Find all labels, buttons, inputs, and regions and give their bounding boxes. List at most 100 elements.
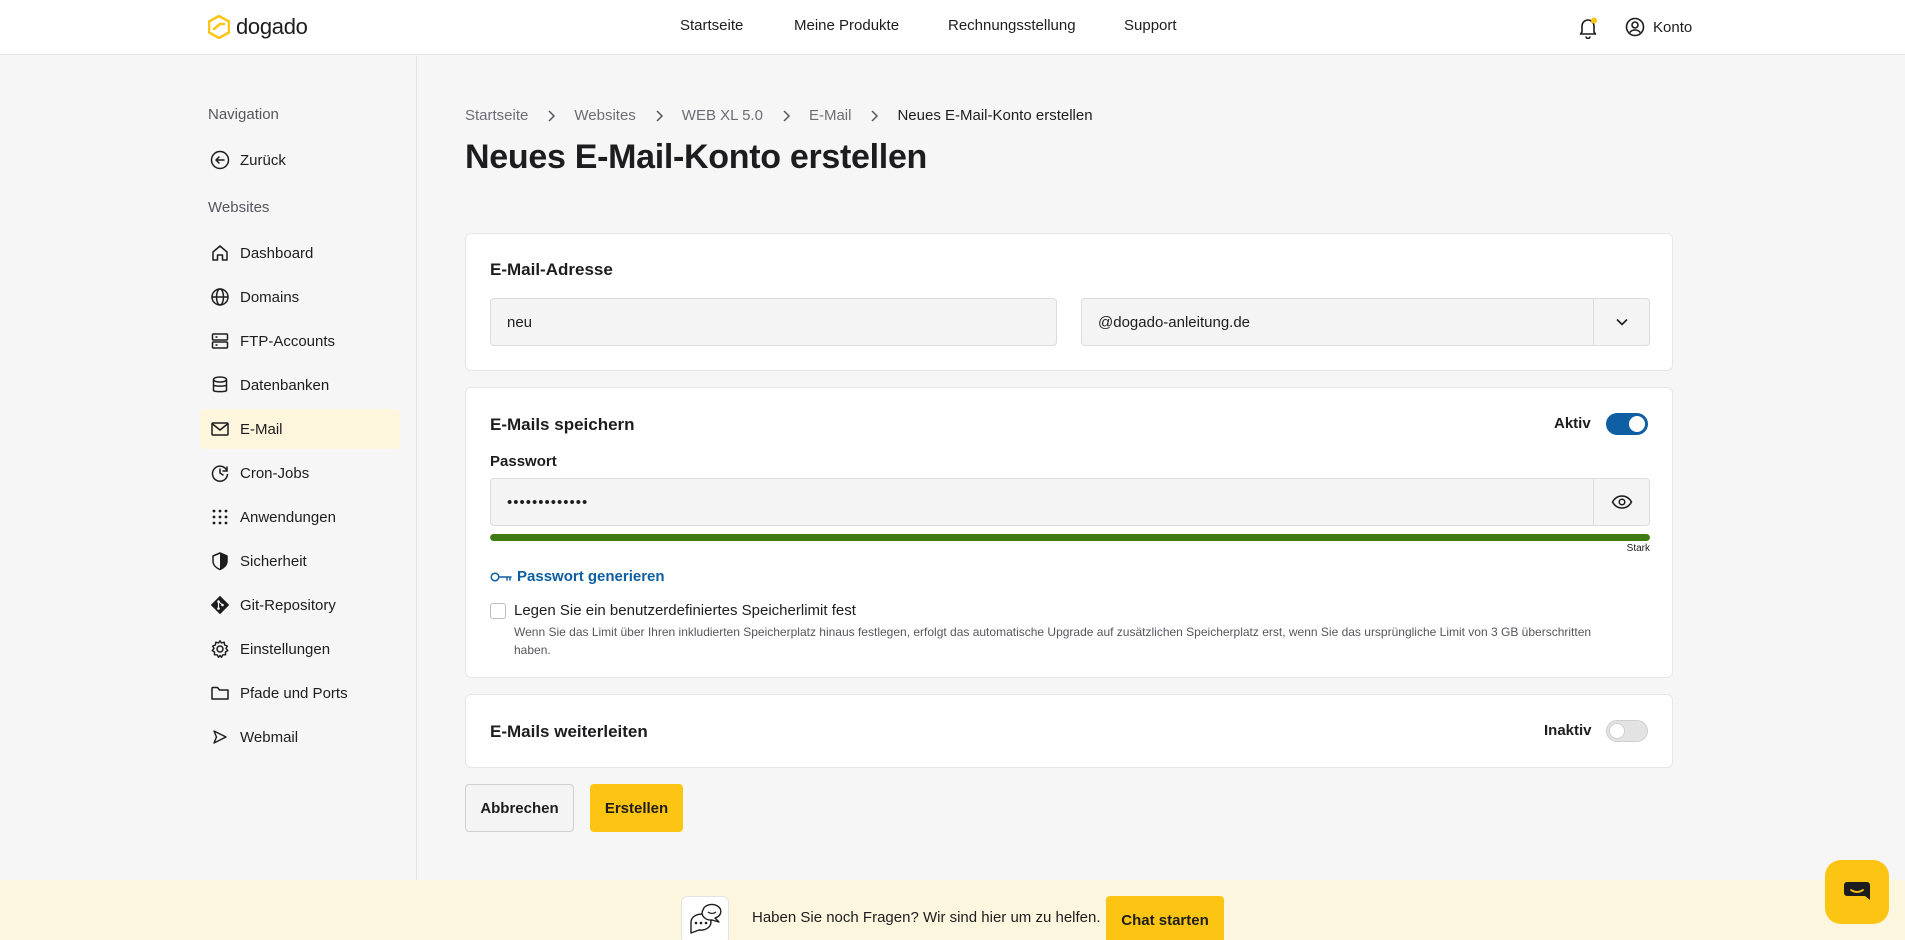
chevron-right-icon xyxy=(656,109,663,122)
logo-icon xyxy=(208,15,230,39)
notification-bell-icon[interactable] xyxy=(1578,17,1598,39)
chevron-right-icon xyxy=(548,109,556,122)
password-strength-fill xyxy=(490,534,1650,541)
sidebar-item-label: Datenbanken xyxy=(240,376,330,394)
sidebar-item-einstellungen[interactable]: Einstellungen xyxy=(200,629,400,669)
email-domain-select[interactable]: @dogado-anleitung.de xyxy=(1081,298,1650,346)
database-icon xyxy=(212,376,228,393)
email-local-part-input[interactable]: neu xyxy=(490,298,1057,346)
grid-icon xyxy=(212,509,228,525)
forward-emails-card: E-Mails weiterleiten Inaktiv xyxy=(465,694,1673,768)
forward-toggle-label: Inaktiv xyxy=(1544,722,1592,739)
sidebar-item-domains[interactable]: Domains xyxy=(200,277,400,317)
clock-icon xyxy=(211,465,229,482)
sidebar-item-label: FTP-Accounts xyxy=(240,332,336,350)
git-icon xyxy=(210,595,230,615)
account-label: Konto xyxy=(1653,18,1693,36)
arrow-left-circle-icon xyxy=(210,150,230,170)
sidebar-item-dashboard[interactable]: Dashboard xyxy=(200,233,400,273)
sidebar-item-cron-jobs[interactable]: Cron-Jobs xyxy=(200,453,400,493)
chat-launcher-button[interactable] xyxy=(1825,860,1889,924)
store-toggle-label: Aktiv xyxy=(1554,415,1591,432)
gear-icon xyxy=(211,640,229,658)
breadcrumb-startseite[interactable]: Startseite xyxy=(465,107,528,124)
sidebar-item-label: Sicherheit xyxy=(240,552,307,570)
email-domain-value: @dogado-anleitung.de xyxy=(1098,313,1251,331)
logo-text: dogado xyxy=(236,14,308,39)
show-password-button[interactable] xyxy=(1593,478,1650,526)
password-strength-label: Stark xyxy=(1626,543,1650,554)
toggle-knob xyxy=(1629,416,1645,432)
store-emails-card: E-Mails speichern Aktiv Passwort •••••••… xyxy=(465,387,1673,678)
chevron-right-icon xyxy=(783,109,791,122)
sidebar-item-git-repository[interactable]: Git-Repository xyxy=(200,585,400,625)
sidebar-item-label: Cron-Jobs xyxy=(240,464,310,482)
password-value: ••••••••••••• xyxy=(507,493,589,511)
sidebar-item-webmail[interactable]: Webmail xyxy=(200,717,400,757)
breadcrumb-web-xl[interactable]: WEB XL 5.0 xyxy=(682,107,763,124)
password-label: Passwort xyxy=(490,453,557,470)
eye-icon xyxy=(1611,495,1633,509)
page-title: Neues E-Mail-Konto erstellen xyxy=(465,138,928,176)
store-emails-title: E-Mails speichern xyxy=(490,415,635,434)
generate-password-label: Passwort generieren xyxy=(517,568,665,585)
chat-icon xyxy=(1844,882,1870,900)
sidebar-item-label: Dashboard xyxy=(240,244,314,262)
sidebar-item-label: Webmail xyxy=(240,728,299,746)
nav-support[interactable]: Support xyxy=(1124,17,1177,34)
sidebar-item-label: Pfade und Ports xyxy=(240,684,348,702)
home-icon xyxy=(212,245,228,261)
password-strength-track xyxy=(490,534,1650,541)
globe-icon xyxy=(211,288,229,306)
send-icon xyxy=(213,730,227,744)
sidebar-back-label: Zurück xyxy=(240,151,286,169)
password-input[interactable]: ••••••••••••• xyxy=(490,478,1650,526)
sidebar-item-label: E-Mail xyxy=(240,420,283,438)
server-icon xyxy=(211,333,229,349)
chevron-down-icon xyxy=(1616,318,1628,326)
breadcrumb-email[interactable]: E-Mail xyxy=(809,107,852,124)
create-button[interactable]: Erstellen xyxy=(590,784,683,832)
chat-banner: Haben Sie noch Fragen? Wir sind hier um … xyxy=(0,880,1905,940)
nav-startseite[interactable]: Startseite xyxy=(680,17,743,34)
sidebar: Navigation Zurück Websites Dashboard Dom… xyxy=(0,56,417,880)
chat-bubbles-icon xyxy=(681,896,729,940)
breadcrumb-websites[interactable]: Websites xyxy=(574,107,635,124)
sidebar-item-label: Domains xyxy=(240,288,300,306)
generate-password-link[interactable]: Passwort generieren xyxy=(490,568,665,585)
sidebar-item-datenbanken[interactable]: Datenbanken xyxy=(200,365,400,405)
storage-limit-hint: Wenn Sie das Limit über Ihren inkludiert… xyxy=(514,625,1592,657)
sidebar-item-label: Git-Repository xyxy=(240,596,336,614)
user-icon xyxy=(1625,17,1645,37)
sidebar-item-email[interactable]: E-Mail xyxy=(200,409,400,449)
forward-emails-toggle[interactable] xyxy=(1606,720,1648,742)
chat-banner-text: Haben Sie noch Fragen? Wir sind hier um … xyxy=(752,909,1101,926)
storage-limit-label: Legen Sie ein benutzerdefiniertes Speich… xyxy=(514,602,856,619)
sidebar-item-anwendungen[interactable]: Anwendungen xyxy=(200,497,400,537)
nav-meine-produkte[interactable]: Meine Produkte xyxy=(794,17,899,34)
sidebar-heading-websites: Websites xyxy=(208,199,270,216)
nav-rechnungsstellung[interactable]: Rechnungsstellung xyxy=(948,17,1076,34)
storage-limit-checkbox[interactable] xyxy=(490,603,506,619)
sidebar-item-label: Einstellungen xyxy=(240,640,331,658)
key-icon xyxy=(490,571,512,582)
sidebar-item-sicherheit[interactable]: Sicherheit xyxy=(200,541,400,581)
cancel-button[interactable]: Abbrechen xyxy=(465,784,574,832)
sidebar-item-label: Anwendungen xyxy=(240,508,336,526)
chevron-right-icon xyxy=(871,109,879,122)
account-menu[interactable]: Konto xyxy=(1625,17,1692,37)
start-chat-button[interactable]: Chat starten xyxy=(1106,896,1224,940)
sidebar-back[interactable]: Zurück xyxy=(200,140,400,180)
email-address-card: E-Mail-Adresse neu @dogado-anleitung.de xyxy=(465,233,1673,371)
forward-emails-title: E-Mails weiterleiten xyxy=(490,722,648,741)
breadcrumb-current: Neues E-Mail-Konto erstellen xyxy=(897,107,1093,124)
email-address-title: E-Mail-Adresse xyxy=(490,260,613,279)
toggle-knob xyxy=(1609,723,1625,739)
logo[interactable]: dogado xyxy=(208,14,308,40)
top-bar: dogado Startseite Meine Produkte Rechnun… xyxy=(0,0,1905,55)
sidebar-item-pfade-und-ports[interactable]: Pfade und Ports xyxy=(200,673,400,713)
folder-icon xyxy=(211,686,229,700)
sidebar-item-ftp-accounts[interactable]: FTP-Accounts xyxy=(200,321,400,361)
domain-dropdown-button[interactable] xyxy=(1593,298,1650,346)
store-emails-toggle[interactable] xyxy=(1606,413,1648,435)
